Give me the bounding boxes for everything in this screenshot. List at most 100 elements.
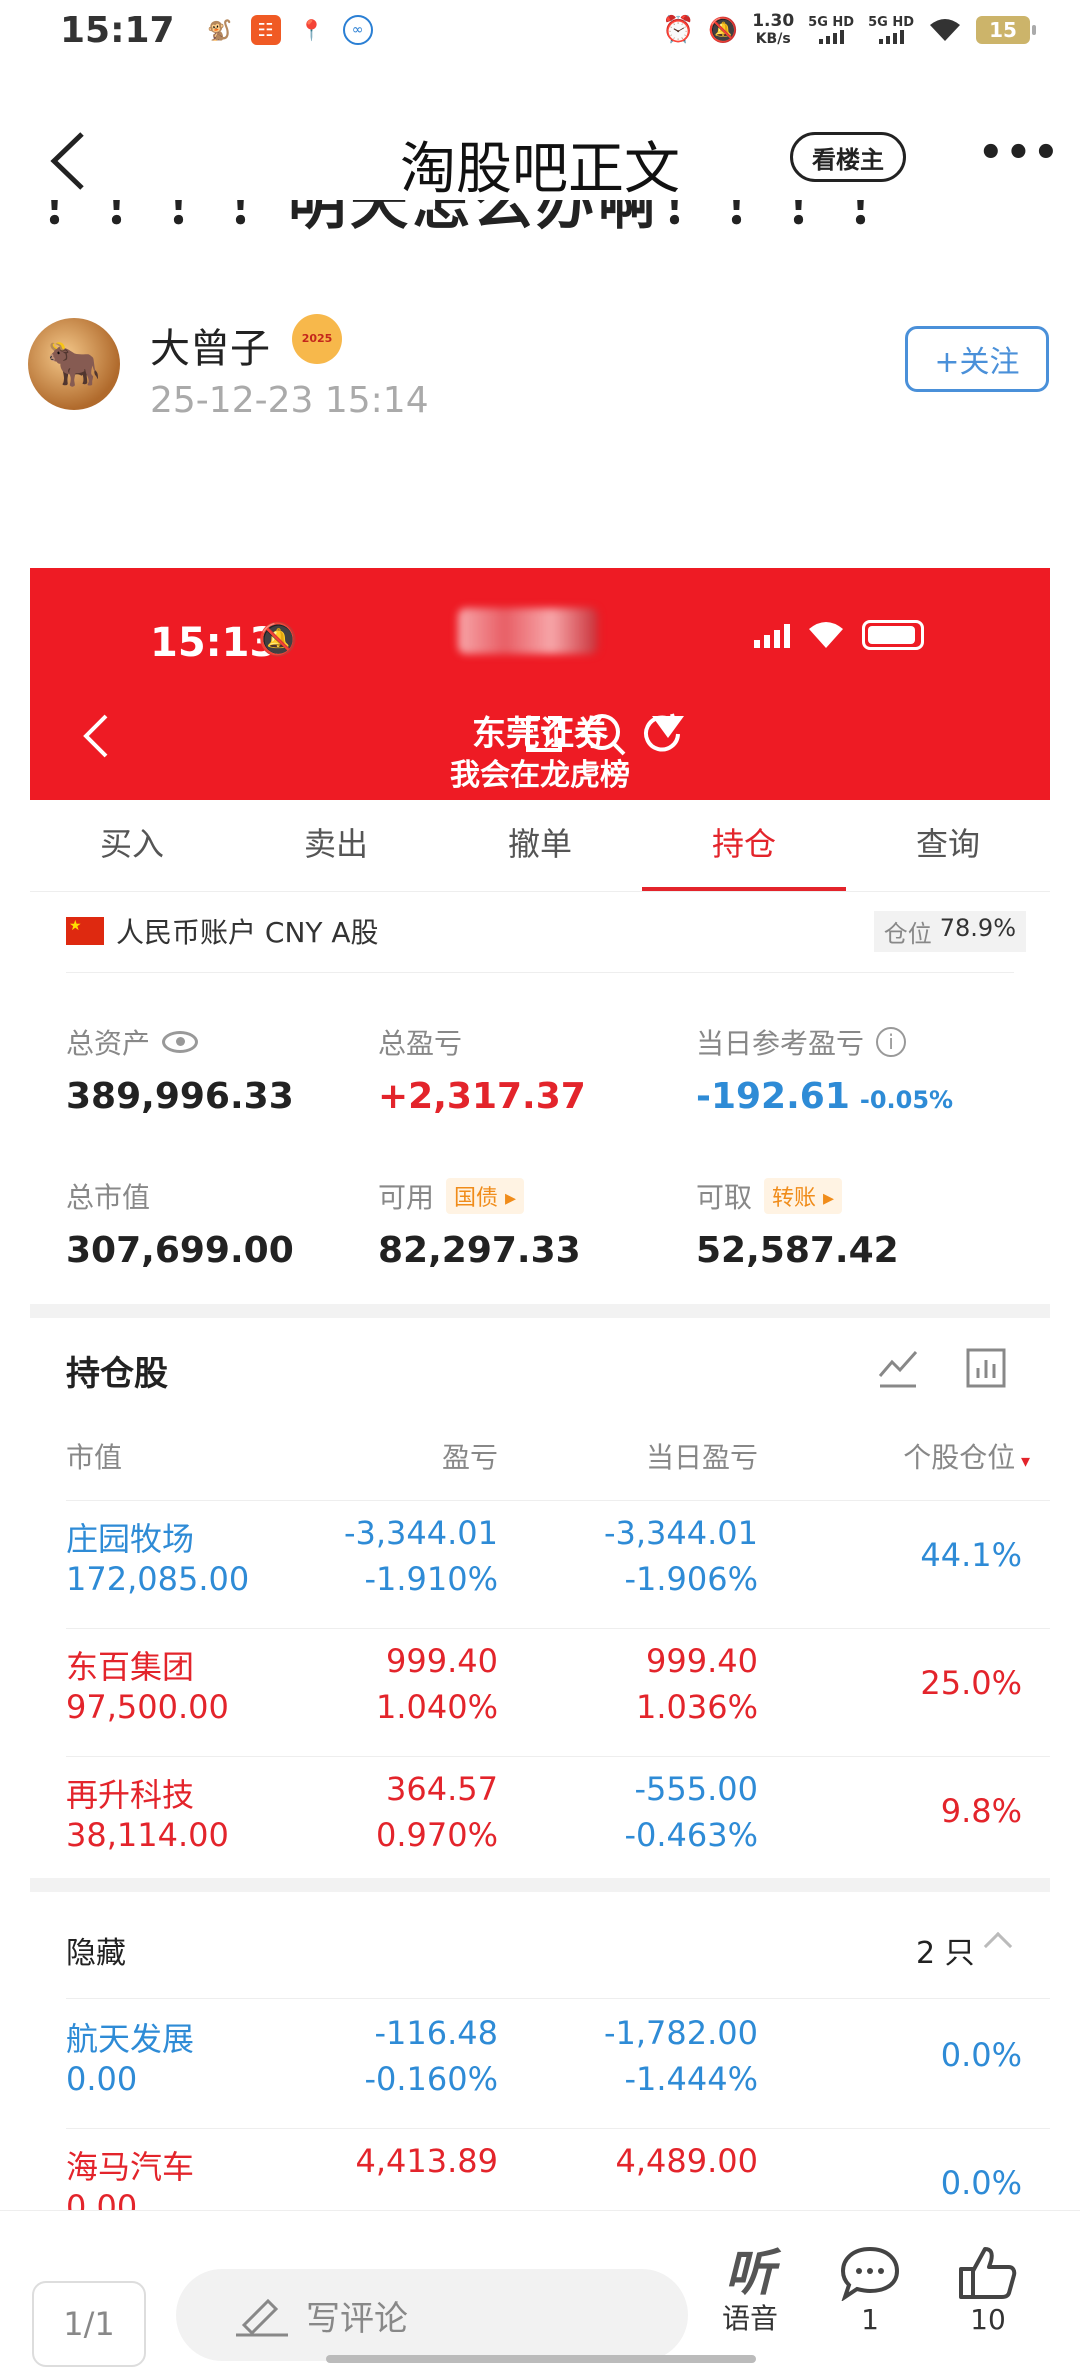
- more-icon[interactable]: •••: [978, 130, 1061, 176]
- tab-buy: 买入: [99, 825, 164, 863]
- author-badge: 2025: [292, 314, 342, 364]
- blurred-carrier: [458, 608, 598, 654]
- page-title: 淘股吧正文: [400, 137, 680, 202]
- col-day-pl: 当日盈亏: [645, 1441, 758, 1474]
- section-divider: [30, 1878, 1050, 1892]
- eye-icon: [162, 1031, 199, 1053]
- battery-icon: [862, 620, 924, 650]
- listen-label: 语音: [721, 2302, 778, 2335]
- post-title: ！！！！明天怎么办啊！！！！: [40, 200, 909, 237]
- author-name[interactable]: 大曾子: [150, 316, 270, 374]
- stock-weight: 44.1%: [920, 1536, 1022, 1574]
- stock-weight: 25.0%: [920, 1664, 1022, 1702]
- stock-name: 东百集团: [66, 1648, 195, 1686]
- alarm-icon: ⏰: [661, 15, 695, 45]
- total-assets: 总资产 389,996.33: [66, 1027, 294, 1117]
- bar-chart-icon: [966, 1348, 1006, 1388]
- holdings-title: 持仓股: [66, 1354, 168, 1394]
- day-pl: 当日参考盈亏 i -192.61 -0.05%: [696, 1027, 954, 1117]
- info-icon: i: [876, 1027, 907, 1057]
- row-divider: [66, 1998, 1050, 1999]
- divider: [66, 972, 1014, 973]
- tab-sell: 卖出: [303, 825, 368, 863]
- bond-tag: 国债 ▸: [446, 1178, 525, 1214]
- stock-pl: 364.57: [386, 1770, 498, 1808]
- hidden-section-title: 隐藏: [66, 1936, 126, 1971]
- status-time: 15:17: [60, 9, 175, 51]
- tab-cancel: 撤单: [507, 825, 572, 863]
- battery-indicator: 15: [976, 16, 1036, 44]
- sort-icon: ▾: [1015, 1451, 1030, 1472]
- col-pl: 盈亏: [441, 1441, 498, 1474]
- avatar[interactable]: 🐂: [28, 318, 120, 410]
- stock-name: 再升科技: [66, 1776, 195, 1814]
- row-divider: [66, 1628, 1050, 1629]
- comment-input[interactable]: 写评论: [176, 2269, 688, 2361]
- account-label: 人民币账户 CNY A股: [116, 916, 379, 949]
- stock-name: 航天发展: [66, 2020, 195, 2058]
- section-divider: [30, 1304, 1050, 1318]
- like-count: 10: [970, 2303, 1006, 2336]
- trade-tabs: 买入 卖出 撤单 持仓 查询: [30, 800, 1050, 892]
- stock-weight: 9.8%: [940, 1792, 1022, 1830]
- transfer-tag: 转账 ▸: [764, 1178, 843, 1214]
- stock-pl: 999.40: [386, 1642, 498, 1680]
- like-button[interactable]: 10: [938, 2245, 1038, 2336]
- page-indicator[interactable]: 1/1: [32, 2281, 146, 2367]
- stock-value: 97,500.00: [66, 1688, 229, 1726]
- stock-value: 38,114.00: [66, 1816, 229, 1854]
- position-badge: 仓位 78.9%: [873, 910, 1026, 952]
- app-notification-icon: ∞: [342, 15, 373, 45]
- broker-header: 15:13 🔕 东莞证券 我会在龙虎榜: [30, 568, 1050, 800]
- stock-pl-pct: 0.970%: [375, 1816, 498, 1854]
- comments-button[interactable]: 1: [820, 2245, 920, 2336]
- post-image[interactable]: 15:13 🔕 东莞证券 我会在龙虎榜 买入 卖出 撤单 持仓 查询 ★ 人民币…: [30, 568, 1050, 2228]
- stock-day-pl: 4,489.00: [615, 2142, 759, 2180]
- stock-day-pl: 999.40: [646, 1642, 758, 1680]
- image-status-icons: [754, 620, 924, 650]
- tab-query: 查询: [915, 825, 980, 863]
- home-indicator[interactable]: [326, 2355, 756, 2363]
- app-notification-icon: 🐒: [207, 18, 233, 42]
- stock-pl-pct: -0.160%: [364, 2060, 498, 2098]
- stock-pl-pct: -1.910%: [364, 1560, 498, 1598]
- listen-icon: 听: [725, 2244, 775, 2302]
- refresh-icon: [644, 713, 680, 752]
- tab-positions: 持仓: [642, 800, 846, 891]
- thumbs-up-icon: [959, 2247, 1017, 2299]
- notification-icons: 🐒 ☷ 📍 ∞: [205, 15, 373, 45]
- comment-count: 1: [861, 2303, 879, 2336]
- stock-day-pl-pct: -1.444%: [624, 2060, 758, 2098]
- row-divider: [66, 1756, 1050, 1757]
- sim2-signal: 5G HD: [868, 16, 914, 44]
- stock-day-pl-pct: -1.906%: [624, 1560, 758, 1598]
- stock-name: 海马汽车: [66, 2148, 195, 2186]
- wifi-icon: [809, 622, 843, 648]
- total-pl: 总盈亏 +2,317.37: [378, 1027, 586, 1117]
- account-row: ★ 人民币账户 CNY A股 仓位 78.9%: [66, 908, 1026, 954]
- stock-name: 庄园牧场: [66, 1520, 195, 1558]
- chevron-up-icon: [983, 1931, 1013, 1961]
- op-only-button[interactable]: 看楼主: [790, 132, 906, 182]
- pen-icon: [236, 2298, 288, 2337]
- col-market-value: 市值: [66, 1441, 123, 1474]
- wifi-icon: [930, 19, 960, 41]
- stock-pl: -116.48: [374, 2014, 498, 2052]
- withdrawable-funds: 可取 转账 ▸ 52,587.42: [696, 1176, 899, 1271]
- nav-bar: 淘股吧正文 看楼主 •••: [0, 108, 1080, 208]
- sim1-signal: 5G HD: [808, 16, 854, 44]
- app-notification-icon: ☷: [250, 15, 281, 45]
- stock-value: 172,085.00: [66, 1560, 250, 1598]
- listen-button[interactable]: 听 语音: [700, 2245, 800, 2337]
- net-speed: 1.30 KB/s: [752, 11, 795, 47]
- signal-icon: [754, 622, 790, 648]
- stock-pl: 4,413.89: [355, 2142, 499, 2180]
- col-weight: 个股仓位 ▾: [903, 1441, 1030, 1474]
- follow-button[interactable]: +关注: [905, 326, 1049, 392]
- stock-weight: 0.0%: [940, 2164, 1022, 2202]
- post-time: 25-12-23 15:14: [150, 380, 429, 421]
- search-icon: [584, 714, 626, 756]
- stock-day-pl-pct: 1.036%: [635, 1688, 758, 1726]
- map-pin-icon: 📍: [299, 18, 325, 42]
- hidden-count: 2 只: [916, 1936, 975, 1971]
